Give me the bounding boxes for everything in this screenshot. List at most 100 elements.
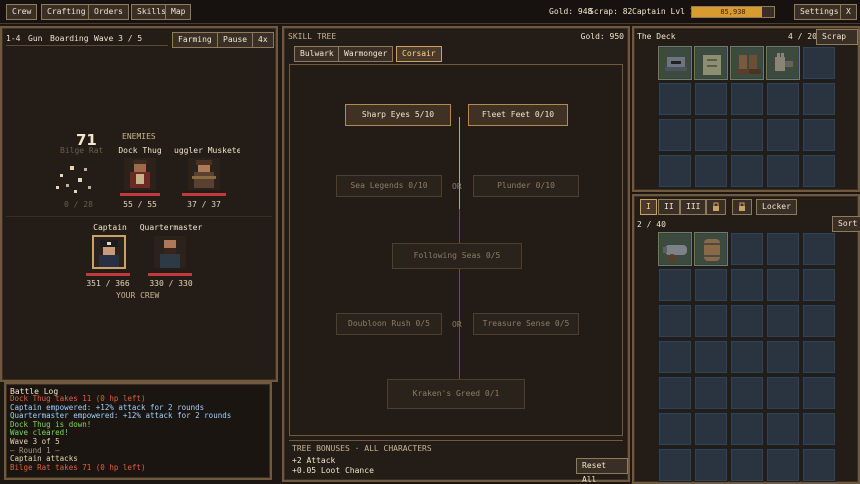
inventory-slot[interactable]: [730, 304, 764, 338]
or-label: OR: [452, 182, 462, 191]
inventory-slot[interactable]: [694, 304, 728, 338]
inventory-slot[interactable]: [658, 154, 692, 188]
reset-all-button[interactable]: Reset All: [576, 458, 628, 484]
inventory-slot[interactable]: [802, 448, 836, 482]
inventory-slot[interactable]: [802, 412, 836, 446]
tab-corsair[interactable]: Corsair: [396, 46, 442, 62]
inventory-slot[interactable]: [658, 118, 692, 152]
inventory-slot[interactable]: [658, 268, 692, 302]
settings-button[interactable]: Settings: [794, 4, 845, 20]
inventory-slot[interactable]: [766, 268, 800, 302]
inventory-slot[interactable]: [730, 268, 764, 302]
lock-icon[interactable]: [732, 199, 752, 215]
skill-node-doubloon-rush[interactable]: Doubloon Rush 0/5: [336, 313, 442, 335]
inventory-slot[interactable]: [802, 46, 836, 80]
tab-bulwark[interactable]: Bulwark: [294, 46, 340, 62]
inventory-slot[interactable]: [658, 448, 692, 482]
inventory-slot[interactable]: [766, 304, 800, 338]
inventory-slot[interactable]: [730, 118, 764, 152]
inventory-slot[interactable]: [658, 304, 692, 338]
inventory-slot[interactable]: [730, 340, 764, 374]
skill-node-krakens-greed[interactable]: Kraken's Greed 0/1: [387, 379, 525, 409]
enemy-name: Dock Thug: [118, 146, 162, 155]
inventory-slot[interactable]: [694, 376, 728, 410]
captain-portrait[interactable]: [92, 235, 126, 269]
inventory-slot[interactable]: [802, 304, 836, 338]
locker-tab-3[interactable]: III: [680, 199, 707, 215]
close-button[interactable]: X: [840, 4, 857, 20]
cannon-icon[interactable]: [658, 232, 692, 266]
inventory-slot[interactable]: [766, 154, 800, 188]
inventory-slot[interactable]: [802, 82, 836, 116]
inventory-slot[interactable]: [658, 340, 692, 374]
inventory-slot[interactable]: [802, 376, 836, 410]
xp-bar: 85,938: [691, 6, 775, 18]
locker-tab-2[interactable]: II: [658, 199, 680, 215]
skill-node-sharp-eyes[interactable]: Sharp Eyes 5/10: [345, 104, 451, 126]
inventory-slot[interactable]: [766, 232, 800, 266]
scrap-all-button[interactable]: Scrap All: [816, 29, 858, 55]
skill-node-sea-legends[interactable]: Sea Legends 0/10: [336, 175, 442, 197]
inventory-slot[interactable]: [802, 268, 836, 302]
inventory-slot[interactable]: [658, 376, 692, 410]
boots-icon[interactable]: [730, 46, 764, 80]
or-label: OR: [452, 320, 462, 329]
crew-hp-text: 330 / 330: [149, 279, 193, 288]
boots-icon: [737, 55, 761, 74]
inventory-slot[interactable]: [766, 82, 800, 116]
battle-log-panel[interactable]: Battle Log Dock Thug takes 11 (0 hp left…: [4, 382, 272, 480]
inventory-slot[interactable]: [694, 340, 728, 374]
smuggler-musketeer-portrait[interactable]: [188, 158, 220, 190]
pause-button[interactable]: Pause: [217, 32, 254, 48]
inventory-slot[interactable]: [694, 82, 728, 116]
skill-node-plunder[interactable]: Plunder 0/10: [473, 175, 579, 197]
inventory-slot[interactable]: [730, 82, 764, 116]
inventory-slot[interactable]: [694, 268, 728, 302]
skill-node-treasure-sense[interactable]: Treasure Sense 0/5: [473, 313, 579, 335]
inventory-slot[interactable]: [694, 118, 728, 152]
deck-title: The Deck: [637, 32, 676, 41]
inventory-slot[interactable]: [766, 448, 800, 482]
inventory-slot[interactable]: [658, 412, 692, 446]
inventory-slot[interactable]: [766, 412, 800, 446]
enemies-header: ENEMIES: [122, 132, 156, 141]
speed-button[interactable]: 4x: [252, 32, 274, 48]
inventory-slot[interactable]: [766, 376, 800, 410]
nav-orders-button[interactable]: Orders: [88, 4, 129, 20]
lock-icon[interactable]: [706, 199, 726, 215]
inventory-slot[interactable]: [802, 340, 836, 374]
nav-crew-button[interactable]: Crew: [6, 4, 38, 20]
inventory-slot[interactable]: [730, 232, 764, 266]
nav-map-button[interactable]: Map: [165, 4, 192, 20]
dock-thug-portrait[interactable]: [124, 158, 156, 190]
helmet-icon[interactable]: [658, 46, 692, 80]
inventory-slot[interactable]: [802, 232, 836, 266]
skill-node-following-seas[interactable]: Following Seas 0/5: [392, 243, 522, 269]
locker-tab[interactable]: Locker: [756, 199, 797, 215]
armor-icon[interactable]: [694, 46, 728, 80]
inventory-slot[interactable]: [802, 154, 836, 188]
inventory-slot[interactable]: [802, 118, 836, 152]
inventory-slot[interactable]: [730, 448, 764, 482]
inventory-slot[interactable]: [766, 118, 800, 152]
farming-button[interactable]: Farming: [172, 32, 218, 48]
barrel-icon[interactable]: [694, 232, 728, 266]
nav-crafting-button[interactable]: Crafting: [41, 4, 92, 20]
inventory-slot[interactable]: [694, 412, 728, 446]
inventory-slot[interactable]: [766, 340, 800, 374]
inventory-slot[interactable]: [730, 154, 764, 188]
sort-button[interactable]: Sort: [832, 216, 860, 232]
inventory-slot[interactable]: [694, 448, 728, 482]
inventory-slot[interactable]: [694, 154, 728, 188]
tab-warmonger[interactable]: Warmonger: [338, 46, 394, 62]
skill-tree-gold: Gold: 950: [580, 32, 624, 41]
inventory-slot[interactable]: [730, 376, 764, 410]
quartermaster-portrait[interactable]: [154, 236, 186, 268]
locker-tab-1[interactable]: I: [640, 199, 657, 215]
stage-mode: Boarding: [50, 34, 89, 43]
gloves-icon[interactable]: [766, 46, 800, 80]
skill-node-fleet-feet[interactable]: Fleet Feet 0/10: [468, 104, 568, 126]
inventory-slot[interactable]: [730, 412, 764, 446]
inventory-slot[interactable]: [658, 82, 692, 116]
gold-counter: Gold: 948: [549, 7, 593, 16]
